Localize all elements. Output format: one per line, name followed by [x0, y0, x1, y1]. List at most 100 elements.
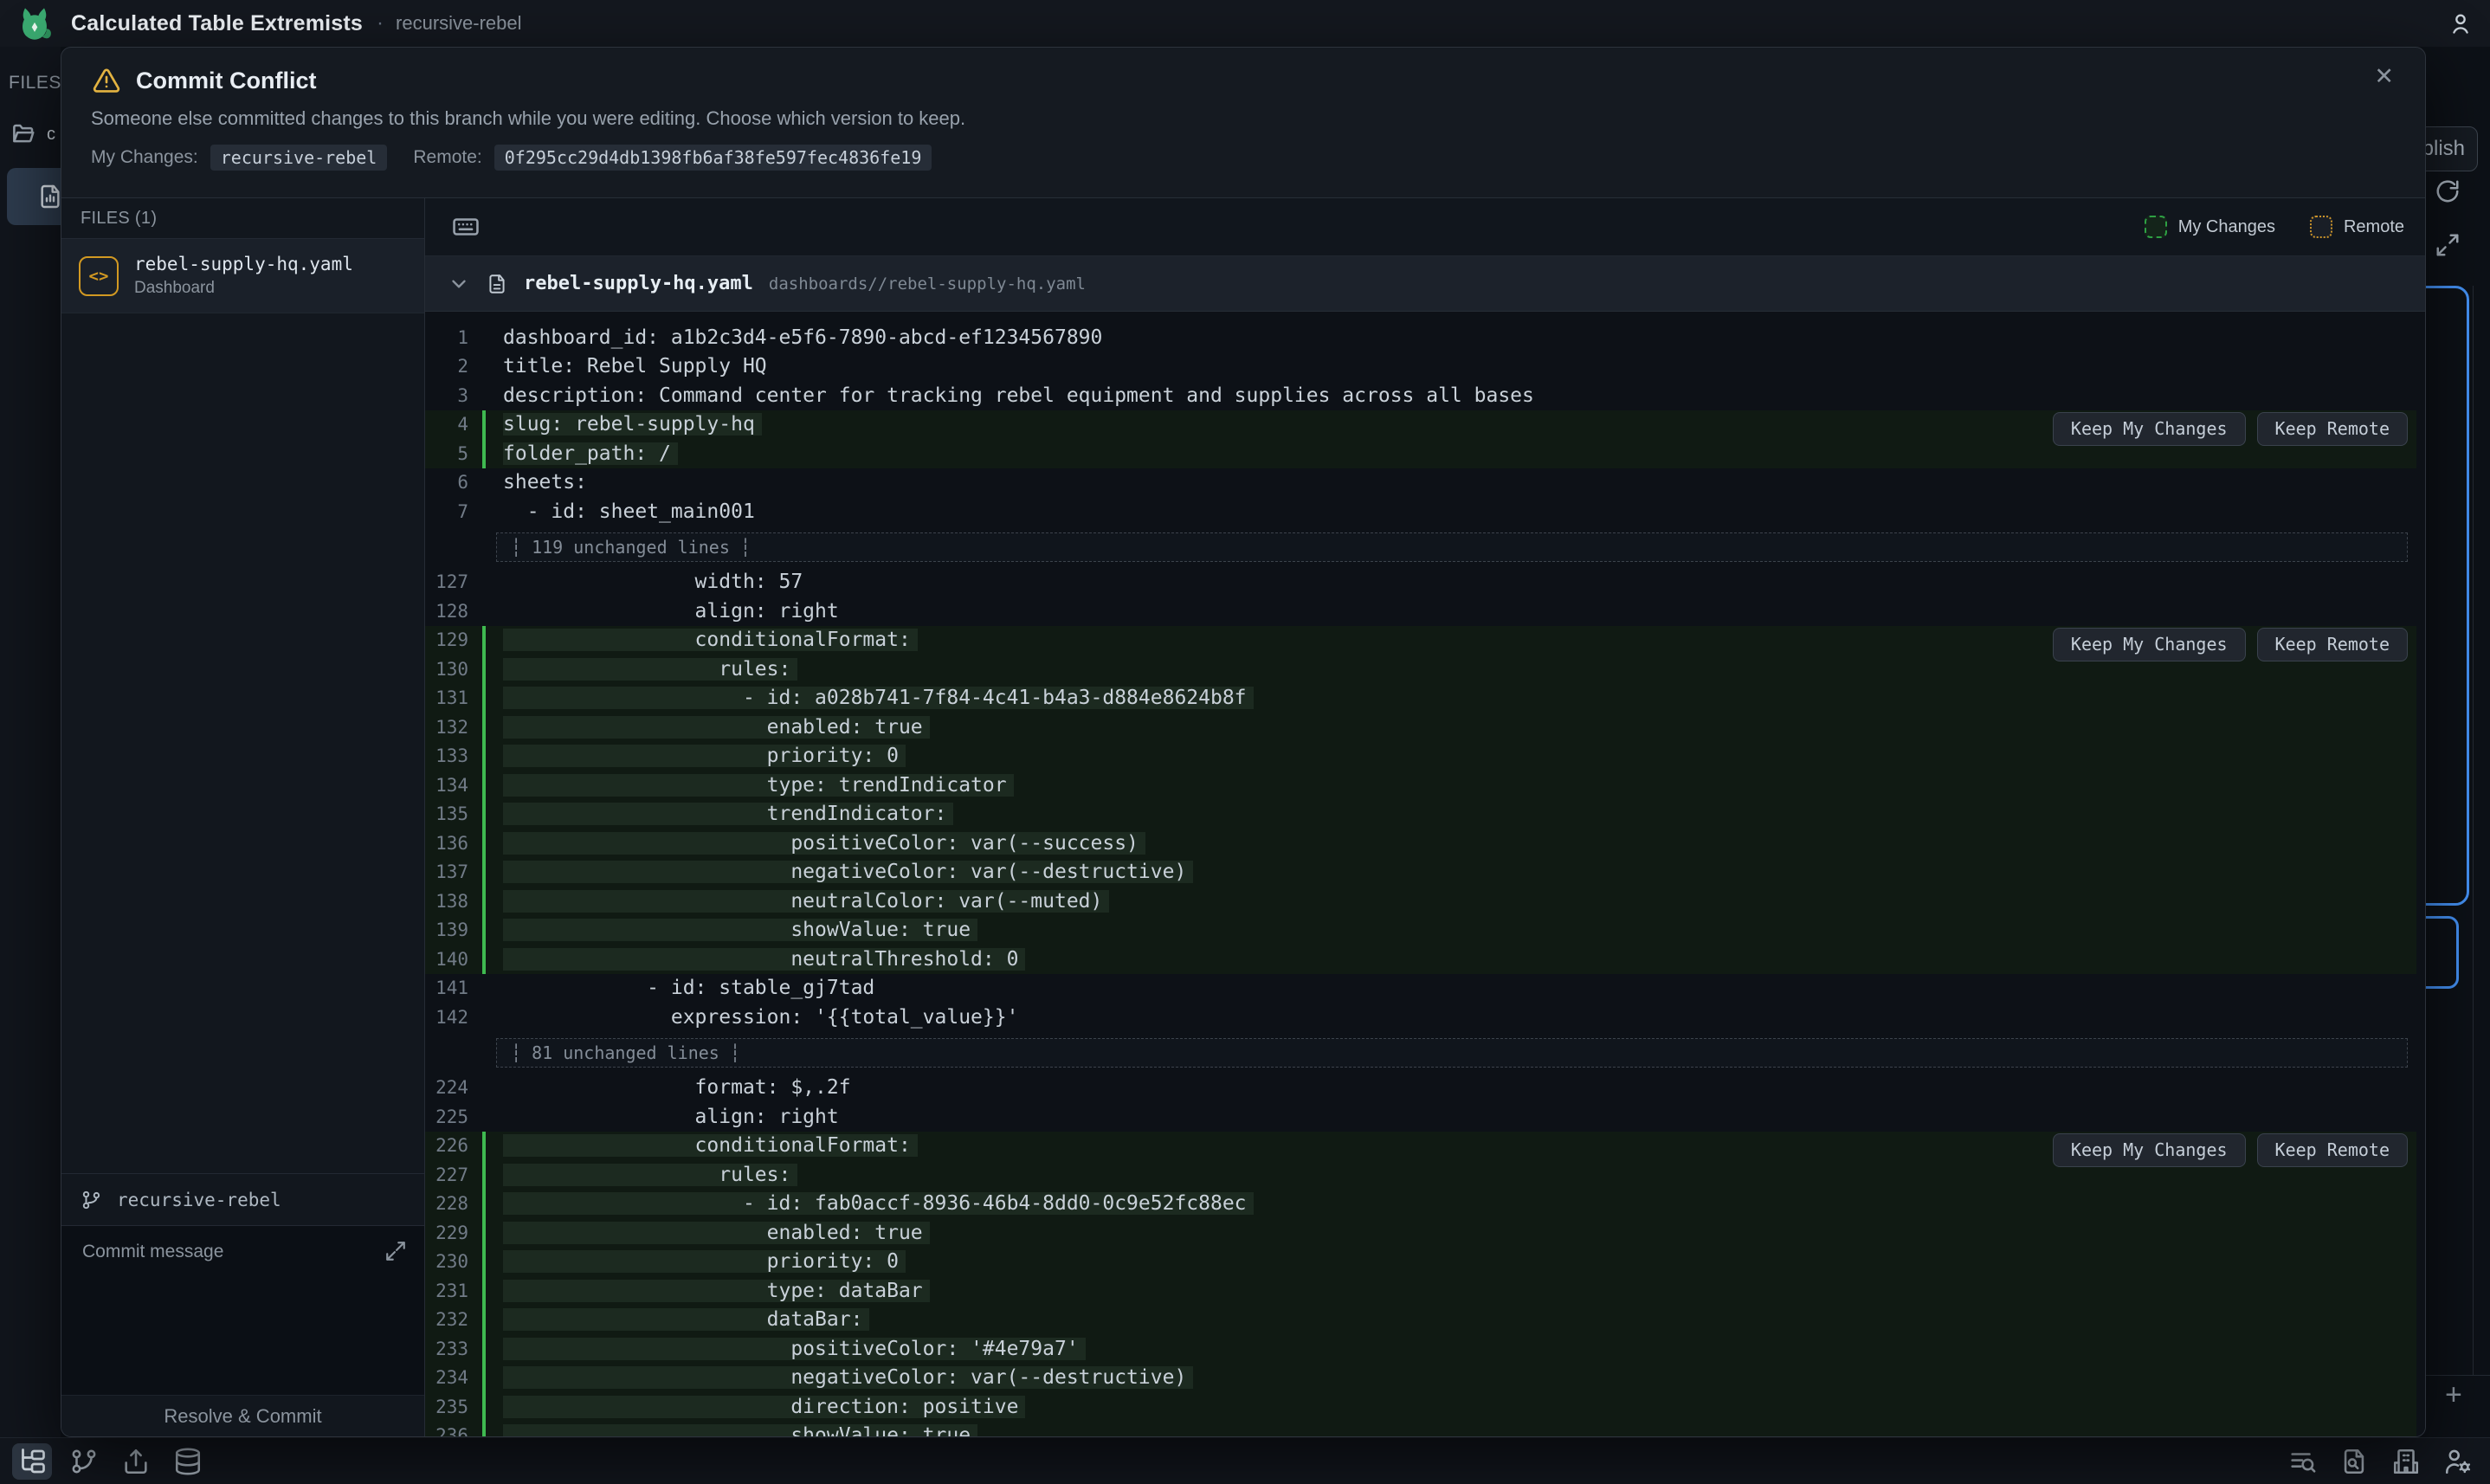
background-files-label: FILES: [9, 73, 61, 94]
legend-my-changes[interactable]: My Changes: [2145, 216, 2275, 238]
organization-tool-button[interactable]: [2386, 1443, 2426, 1480]
line-number: 232: [425, 1309, 482, 1330]
keep-remote-button[interactable]: Keep Remote: [2257, 412, 2408, 446]
code-text: rules:: [503, 1164, 797, 1186]
expand-icon: [384, 1240, 407, 1262]
code-text: rules:: [503, 658, 797, 681]
database-tool-button[interactable]: [168, 1443, 208, 1480]
git-branch-tool-button[interactable]: [64, 1443, 104, 1480]
code-text: format: $,.2f: [503, 1076, 851, 1099]
conflict-files-sidebar: FILES (1) <> rebel-supply-hq.yaml Dashbo…: [61, 198, 425, 1436]
line-number: 139: [425, 919, 482, 940]
code-line: 3description: Command center for trackin…: [425, 381, 2416, 410]
add-button[interactable]: +: [2445, 1378, 2462, 1412]
user-account-button[interactable]: [2448, 11, 2473, 35]
conflict-file-item[interactable]: <> rebel-supply-hq.yaml Dashboard: [61, 239, 424, 313]
code-text: folder_path: /: [503, 442, 678, 465]
file-search-tool-button[interactable]: [2334, 1443, 2374, 1480]
legend-remote-label: Remote: [2344, 217, 2404, 237]
code-text: enabled: true: [503, 1222, 930, 1244]
branch-row: recursive-rebel: [61, 1173, 424, 1225]
code-text: align: right: [503, 1106, 839, 1128]
conflict-actions: Keep My Changes Keep Remote: [2053, 412, 2408, 446]
code-line: 1dashboard_id: a1b2c3d4-e5f6-7890-abcd-e…: [425, 323, 2416, 352]
keep-my-changes-button[interactable]: Keep My Changes: [2053, 628, 2246, 661]
legend-remote[interactable]: Remote: [2310, 216, 2404, 238]
collapsed-lines-marker[interactable]: ┆ 119 unchanged lines ┆: [496, 532, 2408, 562]
code-text: positiveColor: var(--success): [503, 832, 1145, 855]
close-icon[interactable]: ✕: [2374, 65, 2394, 88]
code-text: enabled: true: [503, 716, 930, 739]
line-number: 133: [425, 745, 482, 766]
code-text: slug: rebel-supply-hq: [503, 413, 762, 436]
keep-my-changes-button[interactable]: Keep My Changes: [2053, 1133, 2246, 1167]
file-text-icon: [486, 273, 508, 295]
user-icon: [2448, 11, 2473, 35]
modal-title: Commit Conflict: [136, 68, 317, 94]
diff-lines-block: 1dashboard_id: a1b2c3d4-e5f6-7890-abcd-e…: [425, 323, 2416, 410]
code-line: 6sheets:: [425, 468, 2416, 498]
refresh-button[interactable]: [2435, 178, 2461, 204]
diff-code-view: 1dashboard_id: a1b2c3d4-e5f6-7890-abcd-e…: [425, 312, 2425, 1436]
folder-open-icon: [10, 121, 36, 147]
line-number: 3: [425, 385, 482, 406]
publish-upload-tool-button[interactable]: [116, 1443, 156, 1480]
line-number: 233: [425, 1339, 482, 1359]
line-number: 231: [425, 1281, 482, 1301]
code-line: 131 - id: a028b741-7f84-4c41-b4a3-d884e8…: [425, 684, 2416, 713]
line-number: 234: [425, 1367, 482, 1388]
screen: Calculated Table Extremists · recursive-…: [0, 0, 2490, 1484]
dashboard-file-icon: <>: [79, 256, 119, 296]
my-changes-swatch-icon: [2145, 216, 2167, 238]
file-search-icon: [2339, 1447, 2369, 1476]
diff-file-header[interactable]: rebel-supply-hq.yaml dashboards//rebel-s…: [425, 256, 2425, 312]
diff-conflict-block: 129 conditionalFormat:130 rules:131 - id…: [425, 626, 2416, 974]
line-number: 136: [425, 833, 482, 854]
file-tree-icon: [16, 1446, 48, 1477]
code-line: 7 - id: sheet_main001: [425, 497, 2416, 526]
line-number: 227: [425, 1165, 482, 1185]
code-line: 229 enabled: true: [425, 1218, 2416, 1248]
expand-panel-button[interactable]: [2435, 232, 2461, 258]
code-line: 141 - id: stable_gj7tad: [425, 974, 2416, 1003]
line-number: 135: [425, 803, 482, 824]
upload-icon: [121, 1447, 151, 1476]
refresh-icon: [2435, 178, 2461, 204]
diff-conflict-block: 226 conditionalFormat:227 rules:228 - id…: [425, 1132, 2416, 1437]
commit-message-input[interactable]: [61, 1226, 424, 1395]
background-panel-divider-horizontal: [2426, 1375, 2490, 1376]
diff-conflict-block: 4slug: rebel-supply-hq5folder_path: /Kee…: [425, 410, 2416, 468]
code-text: priority: 0: [503, 745, 906, 767]
code-text: showValue: true: [503, 1424, 977, 1436]
code-text: conditionalFormat:: [503, 1134, 918, 1157]
resolve-commit-button[interactable]: Resolve & Commit: [61, 1395, 424, 1436]
code-text: - id: fab0accf-8936-46b4-8dd0-0c9e52fc88…: [503, 1192, 1254, 1215]
code-line: 225 align: right: [425, 1102, 2416, 1132]
bottom-toolbar: [0, 1437, 2490, 1484]
code-text: conditionalFormat:: [503, 629, 918, 651]
user-settings-tool-button[interactable]: [2438, 1443, 2478, 1480]
chevron-down-icon: [448, 273, 470, 295]
code-line: 235 direction: positive: [425, 1392, 2416, 1422]
file-tree-tool-button[interactable]: [12, 1443, 52, 1480]
background-selected-file[interactable]: [7, 168, 61, 225]
collapsed-lines-marker[interactable]: ┆ 81 unchanged lines ┆: [496, 1038, 2408, 1068]
keep-my-changes-button[interactable]: Keep My Changes: [2053, 412, 2246, 446]
background-folder-row[interactable]: c: [10, 121, 55, 147]
remote-label: Remote:: [413, 147, 481, 168]
git-branch-icon: [81, 1189, 103, 1211]
diff-lines-block: 141 - id: stable_gj7tad142 expression: '…: [425, 974, 2416, 1032]
conflict-actions: Keep My Changes Keep Remote: [2053, 628, 2408, 661]
code-line: 2title: Rebel Supply HQ: [425, 352, 2416, 382]
code-line: 127 width: 57: [425, 568, 2416, 597]
expand-commit-editor-button[interactable]: [384, 1240, 407, 1262]
keyboard-shortcuts-icon[interactable]: [451, 212, 481, 242]
keep-remote-button[interactable]: Keep Remote: [2257, 628, 2408, 661]
line-number: 7: [425, 501, 482, 522]
code-line: 128 align: right: [425, 597, 2416, 626]
line-number: 229: [425, 1223, 482, 1243]
line-number: 137: [425, 861, 482, 882]
keep-remote-button[interactable]: Keep Remote: [2257, 1133, 2408, 1167]
search-list-tool-button[interactable]: [2282, 1443, 2322, 1480]
code-line: 140 neutralThreshold: 0: [425, 945, 2416, 974]
